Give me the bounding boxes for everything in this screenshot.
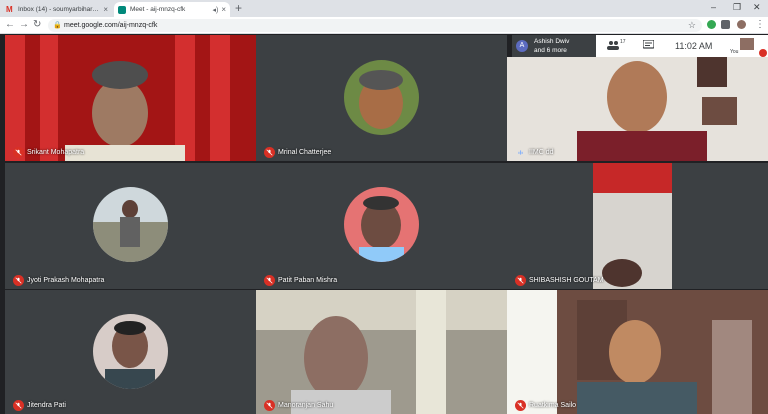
participant-name: Manoranjan Sahu	[278, 402, 334, 409]
url-text: meet.google.com/aij-mnzq-cfk	[64, 22, 158, 29]
participant-tile[interactable]: SHIBASHISH GOUTAM	[507, 163, 768, 289]
address-bar: ← → ↻ 🔒 meet.google.com/aij-mnzq-cfk ☆ ⋮	[0, 17, 768, 34]
lock-icon: 🔒	[53, 22, 62, 29]
close-tab-icon[interactable]: ×	[221, 5, 226, 14]
mic-muted-icon	[515, 400, 526, 411]
url-input[interactable]: 🔒 meet.google.com/aij-mnzq-cfk ☆	[48, 19, 702, 32]
avatar	[93, 314, 168, 389]
participant-name: Srikant Mohapatra	[27, 149, 85, 156]
minimize-button[interactable]: –	[711, 2, 716, 12]
chip-line1: Ashish Dwiv	[534, 38, 570, 45]
clock: 11:02 AM	[675, 41, 713, 51]
video-feed	[507, 57, 768, 161]
maximize-button[interactable]: ❐	[733, 2, 741, 13]
avatar	[344, 187, 419, 262]
participant-name: Jyoti Prakash Mohapatra	[27, 277, 105, 284]
mic-muted-icon	[264, 400, 275, 411]
new-tab-button[interactable]: +	[235, 2, 242, 15]
video-feed	[5, 35, 256, 161]
participant-name: Jitendra Pati	[27, 402, 66, 409]
self-avatar[interactable]	[740, 38, 754, 50]
profile-avatar[interactable]	[737, 20, 746, 29]
chat-icon[interactable]	[643, 40, 654, 50]
video-feed	[507, 163, 768, 289]
browser-tab-bar: M Inbox (14) - soumyarbiharaimc@ × Meet …	[0, 0, 768, 17]
mic-muted-icon	[515, 275, 526, 286]
menu-kebab-icon[interactable]: ⋮	[755, 19, 765, 31]
tab-label: Inbox (14) - soumyarbiharaimc@	[18, 6, 100, 13]
reload-button[interactable]: ↻	[33, 19, 41, 31]
people-icon[interactable]	[607, 40, 619, 50]
participant-name: SHIBASHISH GOUTAM	[529, 277, 604, 284]
participant-tile[interactable]: Manoranjan Sahu	[256, 290, 507, 414]
mic-muted-icon	[264, 147, 275, 158]
gmail-icon: M	[6, 4, 13, 14]
tab-gmail[interactable]: M Inbox (14) - soumyarbiharaimc@ ×	[2, 2, 112, 17]
participant-tile[interactable]: Jitendra Pati	[5, 290, 256, 414]
avatar	[344, 60, 419, 135]
self-mic-muted-icon	[759, 49, 767, 57]
mic-muted-icon	[13, 275, 24, 286]
meet-icon	[118, 5, 126, 14]
mic-muted-icon	[13, 147, 24, 158]
mic-active-icon	[515, 147, 526, 158]
close-window-button[interactable]: ✕	[753, 2, 761, 13]
video-feed	[507, 290, 768, 414]
participant-tile[interactable]: Jyoti Prakash Mohapatra	[5, 163, 256, 289]
self-label: You	[730, 49, 739, 55]
back-button[interactable]: ←	[5, 19, 15, 31]
participant-tile[interactable]: Patit Paban Mishra	[256, 163, 507, 289]
tab-meet[interactable]: Meet - aij-mnzq-cfk ◂) ×	[114, 2, 230, 17]
participant-name: Ruatkima Sailo	[529, 402, 577, 409]
video-feed	[256, 290, 507, 414]
speaker-icon[interactable]: ◂)	[212, 6, 218, 14]
participant-tile[interactable]: IIMC dd	[507, 57, 768, 161]
participant-name: Patit Paban Mishra	[278, 277, 338, 284]
tab-label: Meet - aij-mnzq-cfk	[130, 6, 186, 13]
mic-muted-icon	[13, 400, 24, 411]
participants-chip[interactable]: A Ashish Dwiv and 6 more	[512, 35, 596, 57]
people-count: 17	[620, 39, 626, 45]
screen: { "browser": { "tabs": [ {"label": "Inbo…	[0, 0, 768, 414]
participant-name: Mrinal Chatterjee	[278, 149, 332, 156]
puzzle-icon[interactable]	[721, 20, 730, 29]
avatar: A	[516, 40, 528, 52]
forward-button[interactable]: →	[19, 19, 29, 31]
chip-line2: and 6 more	[534, 47, 567, 54]
close-tab-icon[interactable]: ×	[103, 5, 108, 14]
avatar	[93, 187, 168, 262]
extension-icon[interactable]	[707, 20, 716, 29]
participant-name: IIMC dd	[529, 149, 554, 156]
mic-muted-icon	[264, 275, 275, 286]
participant-tile[interactable]: Srikant Mohapatra	[5, 35, 256, 161]
bookmark-star-icon[interactable]: ☆	[688, 19, 696, 32]
participant-tile[interactable]: Mrinal Chatterjee	[256, 35, 507, 161]
participant-tile[interactable]: Ruatkima Sailo	[507, 290, 768, 414]
